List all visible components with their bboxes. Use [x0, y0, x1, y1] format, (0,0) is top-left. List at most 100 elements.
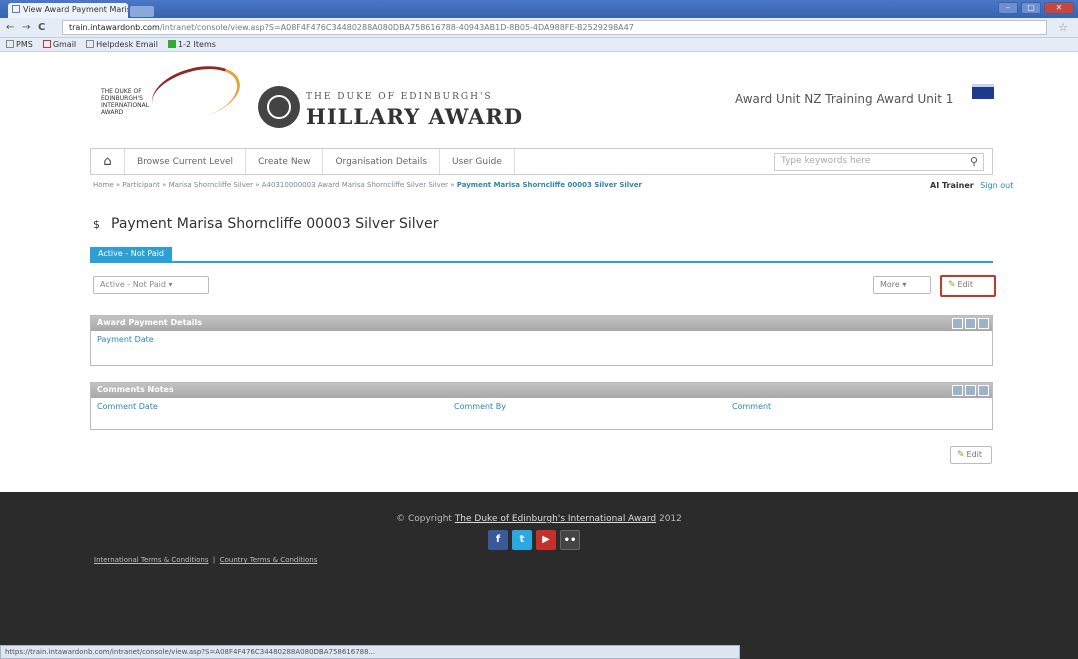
panel-body: Payment Date [91, 331, 992, 348]
url-field[interactable]: train.intawardonb.com/intranet/console/v… [62, 20, 1047, 35]
flickr-icon[interactable]: •• [560, 530, 580, 550]
panel-controls [952, 385, 989, 396]
logo-swoosh-icon [146, 57, 246, 129]
twitter-icon[interactable]: t [512, 530, 532, 550]
search-placeholder: Type keywords here [781, 156, 871, 166]
sign-out-link[interactable]: Sign out [980, 181, 1013, 190]
panel-body: Comment Date Comment By Comment [91, 398, 992, 428]
copyright-prefix: © Copyright [396, 514, 452, 524]
url-host: train.intawardonb.com [69, 23, 160, 32]
panel-header: Comments Notes [91, 383, 992, 398]
tab-title: View Award Payment Marisa [23, 5, 128, 14]
country-terms-link[interactable]: Country Terms & Conditions [220, 556, 318, 564]
panel-header: Award Payment Details [91, 316, 992, 331]
close-icon[interactable]: ✕ [1044, 2, 1074, 14]
gmail-icon [42, 40, 51, 48]
tab-active-not-paid[interactable]: Active - Not Paid [90, 247, 172, 263]
international-award-logo[interactable]: THE DUKE OF EDINBURGH'S INTERNATIONAL AW… [101, 57, 246, 129]
social-links: f t ▶ •• [488, 530, 580, 550]
collapse-icon[interactable] [952, 385, 963, 396]
youtube-icon[interactable]: ▶ [536, 530, 556, 550]
bookmark-icon [167, 40, 176, 48]
browser-titlebar: View Award Payment Marisa × – □ ✕ [0, 0, 1078, 18]
panel-controls [952, 318, 989, 329]
close-panel-icon[interactable] [978, 318, 989, 329]
comments-notes-panel: Comments Notes Comment Date Comment By C… [90, 382, 993, 430]
bookmarks-bar: PMS Gmail Helpdesk Email 1-2 Items [0, 38, 1078, 52]
main-nav: ⌂ Browse Current Level Create New Organi… [90, 148, 993, 175]
page-title-text: Payment Marisa Shorncliffe 00003 Silver … [111, 216, 439, 232]
new-tab-button[interactable] [130, 6, 154, 17]
bookmark-icon [6, 40, 14, 48]
brand-subtitle: THE DUKE OF EDINBURGH'S [306, 92, 493, 102]
hillary-award-emblem-icon [258, 86, 300, 128]
status-select-value: Active - Not Paid [100, 280, 166, 289]
footer-fill [740, 645, 1078, 659]
chevron-down-icon: ▾ [902, 280, 907, 289]
nz-flag-icon [972, 84, 994, 99]
award-unit-name: Award Unit NZ Training Award Unit 1 [735, 92, 954, 106]
column-comment-date[interactable]: Comment Date [97, 402, 158, 411]
panel-title: Comments Notes [97, 385, 174, 394]
more-label: More [880, 280, 900, 289]
brand-title: HILLARY AWARD [306, 104, 524, 129]
edit-button[interactable]: ✎ Edit [940, 275, 996, 297]
bookmark-icon [86, 40, 95, 48]
breadcrumb-current: Payment Marisa Shorncliffe 00003 Silver … [456, 181, 642, 189]
refresh-icon[interactable] [965, 385, 976, 396]
home-icon[interactable]: ⌂ [91, 149, 125, 174]
pencil-icon: ✎ [957, 450, 965, 460]
bookmark-item[interactable]: Gmail [42, 40, 76, 49]
status-tabbar: Active - Not Paid [90, 247, 993, 263]
edit-label: Edit [957, 280, 974, 289]
page-title: $ Payment Marisa Shorncliffe 00003 Silver… [93, 216, 438, 232]
facebook-icon[interactable]: f [488, 530, 508, 550]
refresh-icon[interactable] [965, 318, 976, 329]
copyright-org-link[interactable]: The Duke of Edinburgh's International Aw… [455, 514, 656, 524]
edit-label: Edit [966, 450, 983, 459]
breadcrumb: Home » Participant » Marisa Shorncliffe … [93, 181, 642, 189]
chevron-down-icon: ▾ [168, 280, 173, 289]
status-select[interactable]: Active - Not Paid ▾ [93, 276, 209, 294]
forward-arrow-icon[interactable]: → [22, 22, 30, 33]
international-terms-link[interactable]: International Terms & Conditions [94, 556, 208, 564]
browser-tab[interactable]: View Award Payment Marisa × [8, 3, 128, 18]
address-bar: ← → C train.intawardonb.com/intranet/con… [0, 18, 1078, 38]
reload-icon[interactable]: C [38, 22, 45, 33]
payment-date-label: Payment Date [97, 335, 154, 344]
url-path: /intranet/console/view.asp?S=A08F4F476C3… [159, 23, 634, 32]
nav-create-new[interactable]: Create New [246, 149, 324, 174]
edit-button-bottom[interactable]: ✎ Edit [950, 446, 992, 464]
copyright: © Copyright The Duke of Edinburgh's Inte… [0, 514, 1078, 524]
browser-status-bar: https://train.intawardonb.com/intranet/c… [0, 645, 740, 659]
column-comment-by[interactable]: Comment By [454, 402, 506, 411]
maximize-icon[interactable]: □ [1021, 2, 1041, 14]
pencil-icon: ✎ [948, 280, 956, 290]
footer-links: International Terms & Conditions | Count… [94, 556, 318, 564]
award-payment-details-panel: Award Payment Details Payment Date [90, 315, 993, 366]
nav-user-guide[interactable]: User Guide [440, 149, 515, 174]
search-input[interactable]: Type keywords here ⚲ [774, 153, 984, 171]
bookmark-star-icon[interactable]: ☆ [1058, 21, 1068, 34]
nav-browse-current-level[interactable]: Browse Current Level [125, 149, 247, 174]
bookmark-item[interactable]: 1-2 Items [167, 40, 216, 49]
collapse-icon[interactable] [952, 318, 963, 329]
close-panel-icon[interactable] [978, 385, 989, 396]
panel-title: Award Payment Details [97, 318, 203, 327]
window-controls: – □ ✕ [998, 2, 1074, 14]
nav-organisation-details[interactable]: Organisation Details [323, 149, 441, 174]
minimize-icon[interactable]: – [998, 2, 1018, 14]
user-area: AI Trainer Sign out [930, 181, 1013, 190]
breadcrumb-path[interactable]: Home » Participant » Marisa Shorncliffe … [93, 181, 455, 189]
bookmark-item[interactable]: PMS [6, 40, 33, 49]
payment-icon: $ [93, 218, 100, 231]
search-icon[interactable]: ⚲ [970, 155, 978, 168]
footer: © Copyright The Duke of Edinburgh's Inte… [0, 492, 1078, 645]
back-arrow-icon[interactable]: ← [6, 22, 14, 33]
copyright-year: 2012 [658, 514, 682, 524]
bookmark-item[interactable]: Helpdesk Email [86, 40, 158, 49]
user-name: AI Trainer [930, 181, 974, 190]
more-button[interactable]: More ▾ [873, 276, 931, 294]
page-favicon-icon [12, 5, 20, 13]
column-comment[interactable]: Comment [732, 402, 771, 411]
